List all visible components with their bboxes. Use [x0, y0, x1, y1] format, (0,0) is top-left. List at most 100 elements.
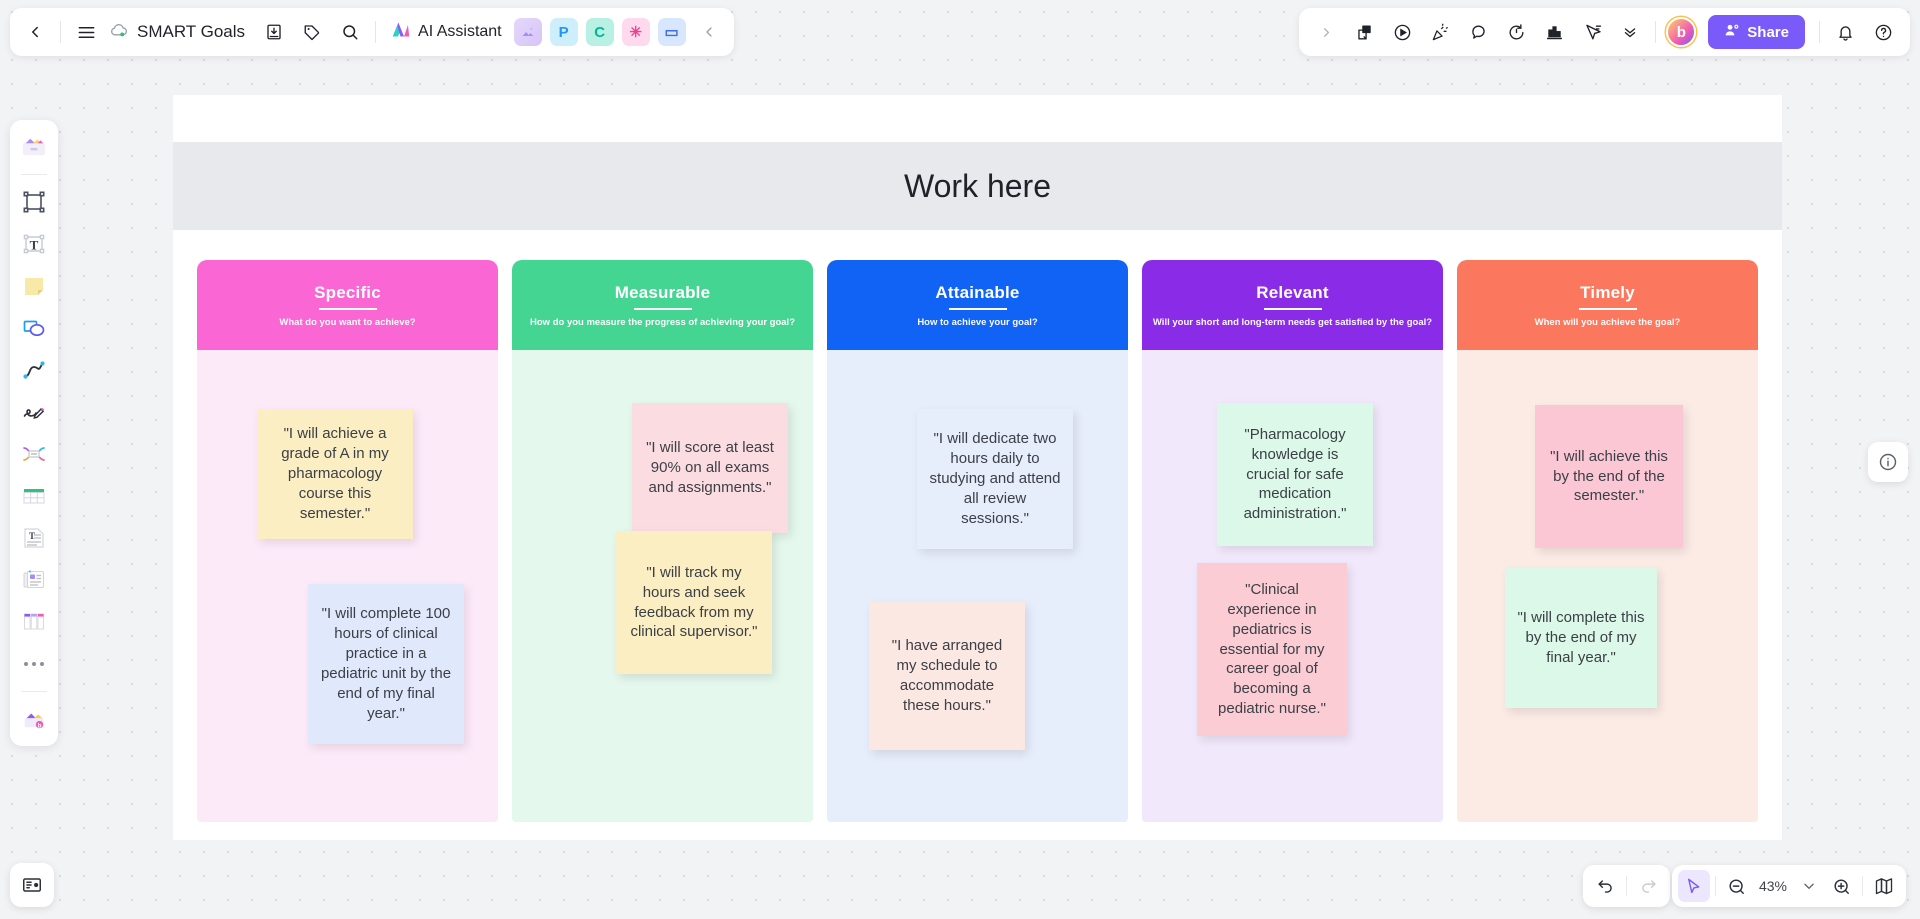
- divider: [1862, 876, 1863, 896]
- title-rule: [948, 307, 1007, 310]
- column-header-timely[interactable]: Timely When will you achieve the goal?: [1457, 260, 1758, 350]
- celebrate-icon[interactable]: [1421, 13, 1459, 51]
- sticky-note[interactable]: "I will complete this by the end of my f…: [1505, 568, 1657, 708]
- present-icon[interactable]: [1383, 13, 1421, 51]
- document-tool[interactable]: T: [15, 519, 53, 557]
- collapse-toolbar-button[interactable]: [690, 13, 728, 51]
- undo-icon[interactable]: [1589, 870, 1621, 902]
- search-icon[interactable]: [331, 13, 369, 51]
- svg-text:T: T: [30, 238, 39, 253]
- more-tools[interactable]: [15, 645, 53, 683]
- divider: [375, 21, 377, 43]
- select-cursor-icon[interactable]: [1677, 870, 1710, 902]
- pen-tool[interactable]: [15, 393, 53, 431]
- mindmap-tool[interactable]: [15, 435, 53, 473]
- card-tool[interactable]: [15, 561, 53, 599]
- divider: [1626, 876, 1627, 896]
- sticky-note[interactable]: "I will achieve a grade of A in my pharm…: [257, 409, 413, 539]
- sticky-note[interactable]: "I will dedicate two hours daily to stud…: [917, 409, 1073, 549]
- ai-logo-icon: [390, 19, 411, 45]
- column-subtitle: When will you achieve the goal?: [1534, 316, 1681, 328]
- board-title: Work here: [903, 167, 1051, 204]
- image-generator-chip[interactable]: [513, 18, 542, 46]
- column-body-relevant: "Pharmacology knowledge is crucial for s…: [1142, 350, 1443, 822]
- help-icon[interactable]: [1864, 13, 1902, 51]
- tag-icon[interactable]: [293, 13, 331, 51]
- column-title: Relevant: [1256, 282, 1329, 302]
- comment-icon[interactable]: [1459, 13, 1497, 51]
- sticky-note-tool[interactable]: [15, 267, 53, 305]
- redo-icon[interactable]: [1632, 870, 1664, 902]
- divider: [21, 691, 47, 692]
- svg-text:T: T: [29, 531, 35, 541]
- zoom-in-icon[interactable]: [1825, 870, 1857, 902]
- share-button[interactable]: Share: [1708, 15, 1805, 49]
- column-title: Timely: [1580, 282, 1635, 302]
- expand-toolbar-button[interactable]: [1307, 13, 1345, 51]
- table-tool[interactable]: [15, 477, 53, 515]
- zoom-value[interactable]: 43%: [1753, 878, 1793, 894]
- text-tool[interactable]: T: [15, 225, 53, 263]
- divider: [1819, 21, 1820, 43]
- board-title-band: Work here: [173, 142, 1782, 230]
- back-button[interactable]: [16, 13, 54, 51]
- column-header-attainable[interactable]: Attainable How to achieve your goal?: [827, 260, 1128, 350]
- frame-tool[interactable]: [15, 183, 53, 221]
- template-icon[interactable]: [1345, 13, 1383, 51]
- connector-tool[interactable]: [15, 351, 53, 389]
- presentation-chip-glyph: P: [558, 23, 569, 41]
- cursor-follow-icon[interactable]: [1573, 13, 1611, 51]
- kanban-tool[interactable]: [15, 603, 53, 641]
- column-timely: Timely When will you achieve the goal? "I …: [1457, 260, 1758, 822]
- title-rule: [1263, 307, 1322, 310]
- mindmap-chip[interactable]: C: [585, 18, 614, 46]
- download-icon[interactable]: [255, 13, 293, 51]
- divider: [1655, 21, 1657, 43]
- minimap-icon[interactable]: [1868, 870, 1900, 902]
- column-header-specific[interactable]: Specific What do you want to achieve?: [197, 260, 498, 350]
- sticky-note[interactable]: "I will score at least 90% on all exams …: [632, 403, 788, 533]
- timer-icon[interactable]: [1497, 13, 1535, 51]
- sticky-chip[interactable]: ✳: [621, 18, 650, 46]
- document-title[interactable]: SMART Goals: [105, 22, 255, 43]
- avatar[interactable]: b: [1666, 17, 1697, 47]
- title-rule: [318, 307, 377, 310]
- zoom-out-icon[interactable]: [1721, 870, 1753, 902]
- avatar-initial: b: [1676, 23, 1686, 41]
- vote-icon[interactable]: [1535, 13, 1573, 51]
- presentation-icon[interactable]: [10, 863, 54, 907]
- menu-button[interactable]: [67, 13, 105, 51]
- sticky-note[interactable]: "I have arranged my schedule to accommod…: [869, 602, 1025, 750]
- column-body-timely: "I will achieve this by the end of the s…: [1457, 350, 1758, 822]
- info-icon[interactable]: [1868, 442, 1908, 482]
- column-body-measurable: "I will score at least 90% on all exams …: [512, 350, 813, 822]
- sticky-note[interactable]: "I will achieve this by the end of the s…: [1535, 405, 1683, 548]
- sticky-note[interactable]: "Pharmacology knowledge is crucial for s…: [1217, 403, 1373, 546]
- column-title: Measurable: [614, 282, 711, 302]
- comment-chip[interactable]: ▭: [657, 18, 686, 46]
- column-relevant: Relevant Will your short and long-term ne…: [1142, 260, 1443, 822]
- sticky-note[interactable]: "I will track my hours and seek feedback…: [616, 531, 772, 674]
- divider: [21, 174, 47, 175]
- ai-assistant-button[interactable]: AI Assistant: [382, 19, 510, 45]
- more-chevron-icon[interactable]: [1611, 13, 1649, 51]
- presentation-chip[interactable]: P: [549, 18, 578, 46]
- shape-tool[interactable]: [15, 309, 53, 347]
- top-left-toolbar: SMART Goals AI Assistant P C ✳ ▭: [10, 8, 734, 56]
- chevron-down-icon[interactable]: [1793, 870, 1825, 902]
- column-header-measurable[interactable]: Measurable How do you measure the progres…: [512, 260, 813, 350]
- templates-tool[interactable]: [15, 128, 53, 166]
- column-body-attainable: "I will dedicate two hours daily to stud…: [827, 350, 1128, 822]
- sticky-note[interactable]: "I will complete 100 hours of clinical p…: [308, 584, 464, 744]
- board-frame: Work here Specific What do you want to ac…: [173, 95, 1782, 840]
- bell-icon[interactable]: [1826, 13, 1864, 51]
- sticky-note[interactable]: "Clinical experience in pediatrics is es…: [1197, 563, 1347, 736]
- column-body-specific: "I will achieve a grade of A in my pharm…: [197, 350, 498, 822]
- smart-columns: Specific What do you want to achieve? "I w…: [197, 260, 1758, 822]
- title-rule: [633, 307, 692, 310]
- column-header-relevant[interactable]: Relevant Will your short and long-term ne…: [1142, 260, 1443, 350]
- column-title: Specific: [314, 282, 381, 302]
- svg-text:b: b: [38, 723, 42, 729]
- column-measurable: Measurable How do you measure the progres…: [512, 260, 813, 822]
- ai-tool[interactable]: b: [15, 700, 53, 738]
